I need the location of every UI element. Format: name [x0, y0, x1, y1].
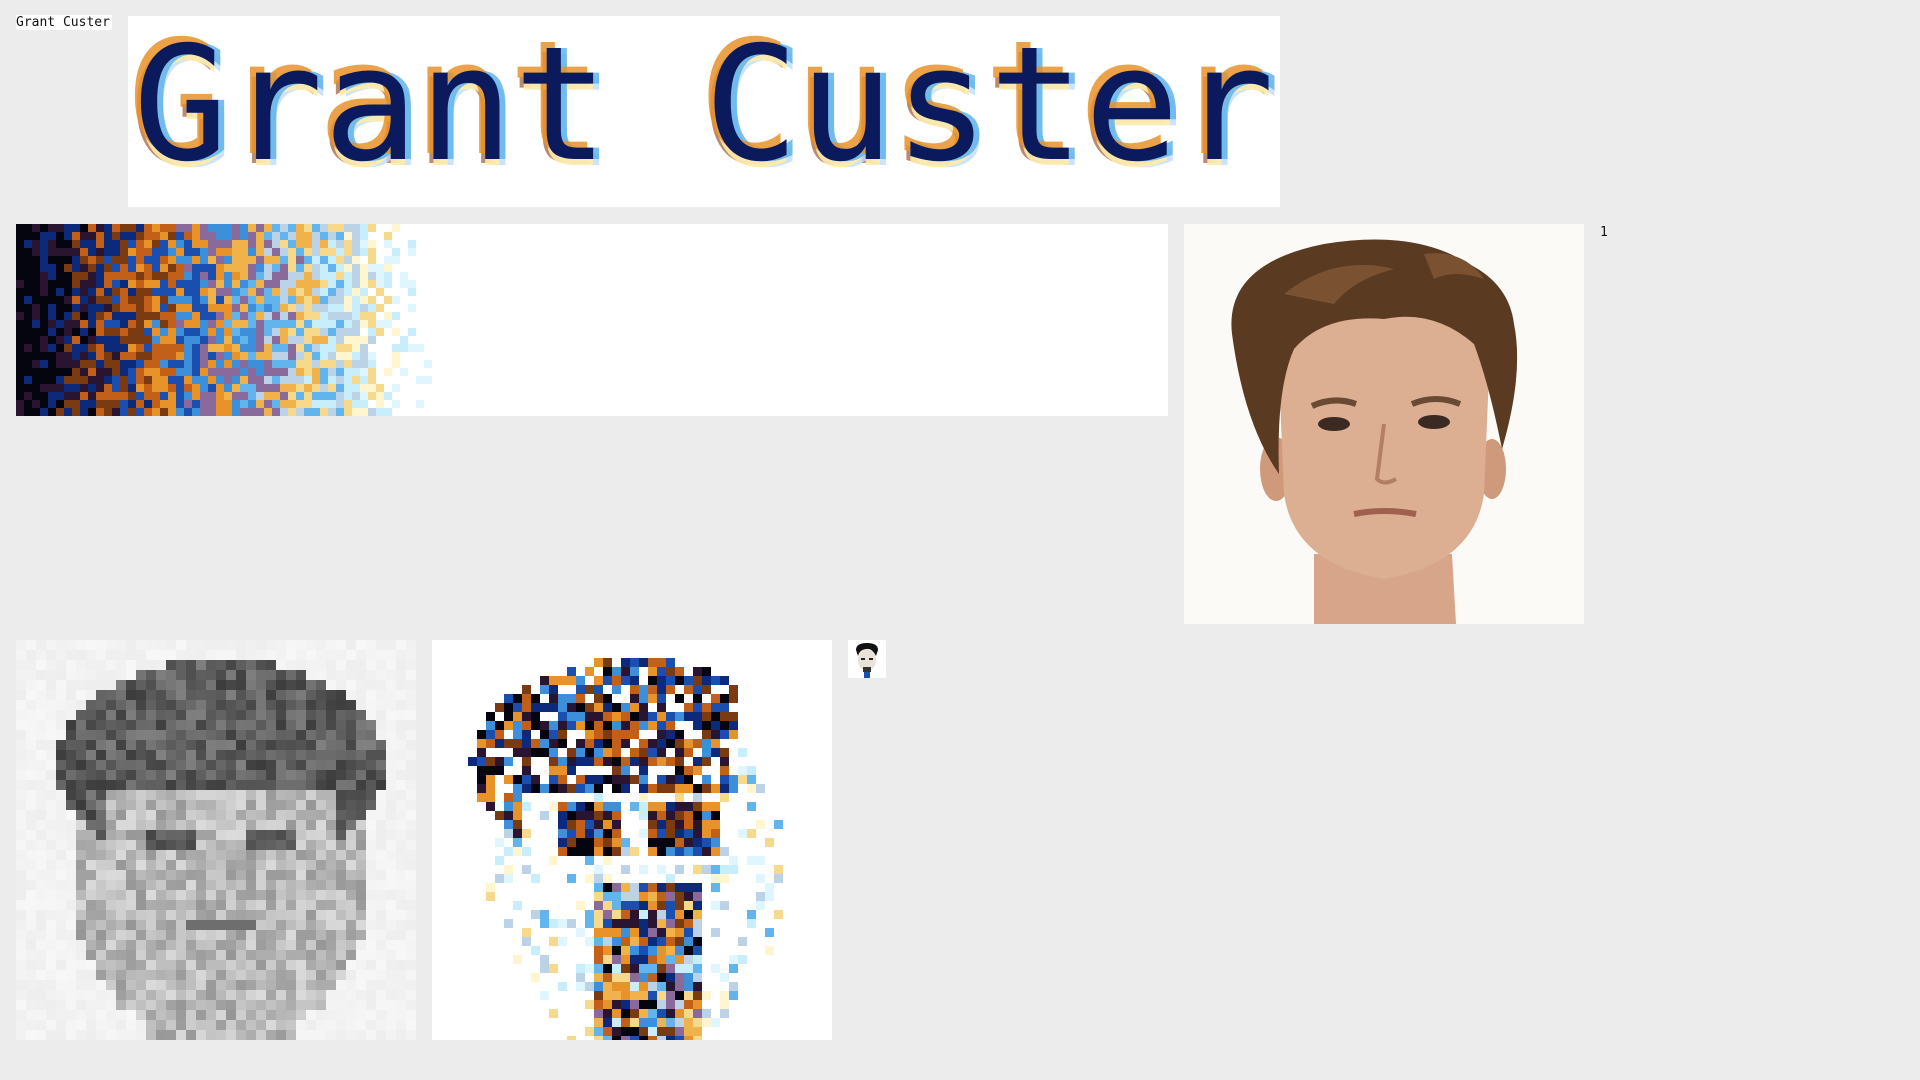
color-palette-strip [16, 224, 1168, 416]
site-title: Grant Custer [133, 16, 1275, 197]
portrait-illustration [1184, 224, 1584, 624]
portrait-thumbnail[interactable] [848, 640, 886, 678]
grayscale-pixel-portrait [16, 640, 416, 1040]
palette-pixel-portrait [432, 640, 832, 1040]
title-banner: Grant Custer [128, 16, 1280, 207]
palette-graphic [16, 224, 432, 416]
image-counter: 1 [1600, 225, 1608, 240]
grayscale-pixel-graphic [16, 640, 416, 1040]
thumbnail-graphic [848, 640, 886, 678]
palette-pixel-graphic [432, 640, 832, 1040]
site-name[interactable]: Grant Custer [16, 15, 112, 30]
portrait-photo [1184, 224, 1584, 624]
